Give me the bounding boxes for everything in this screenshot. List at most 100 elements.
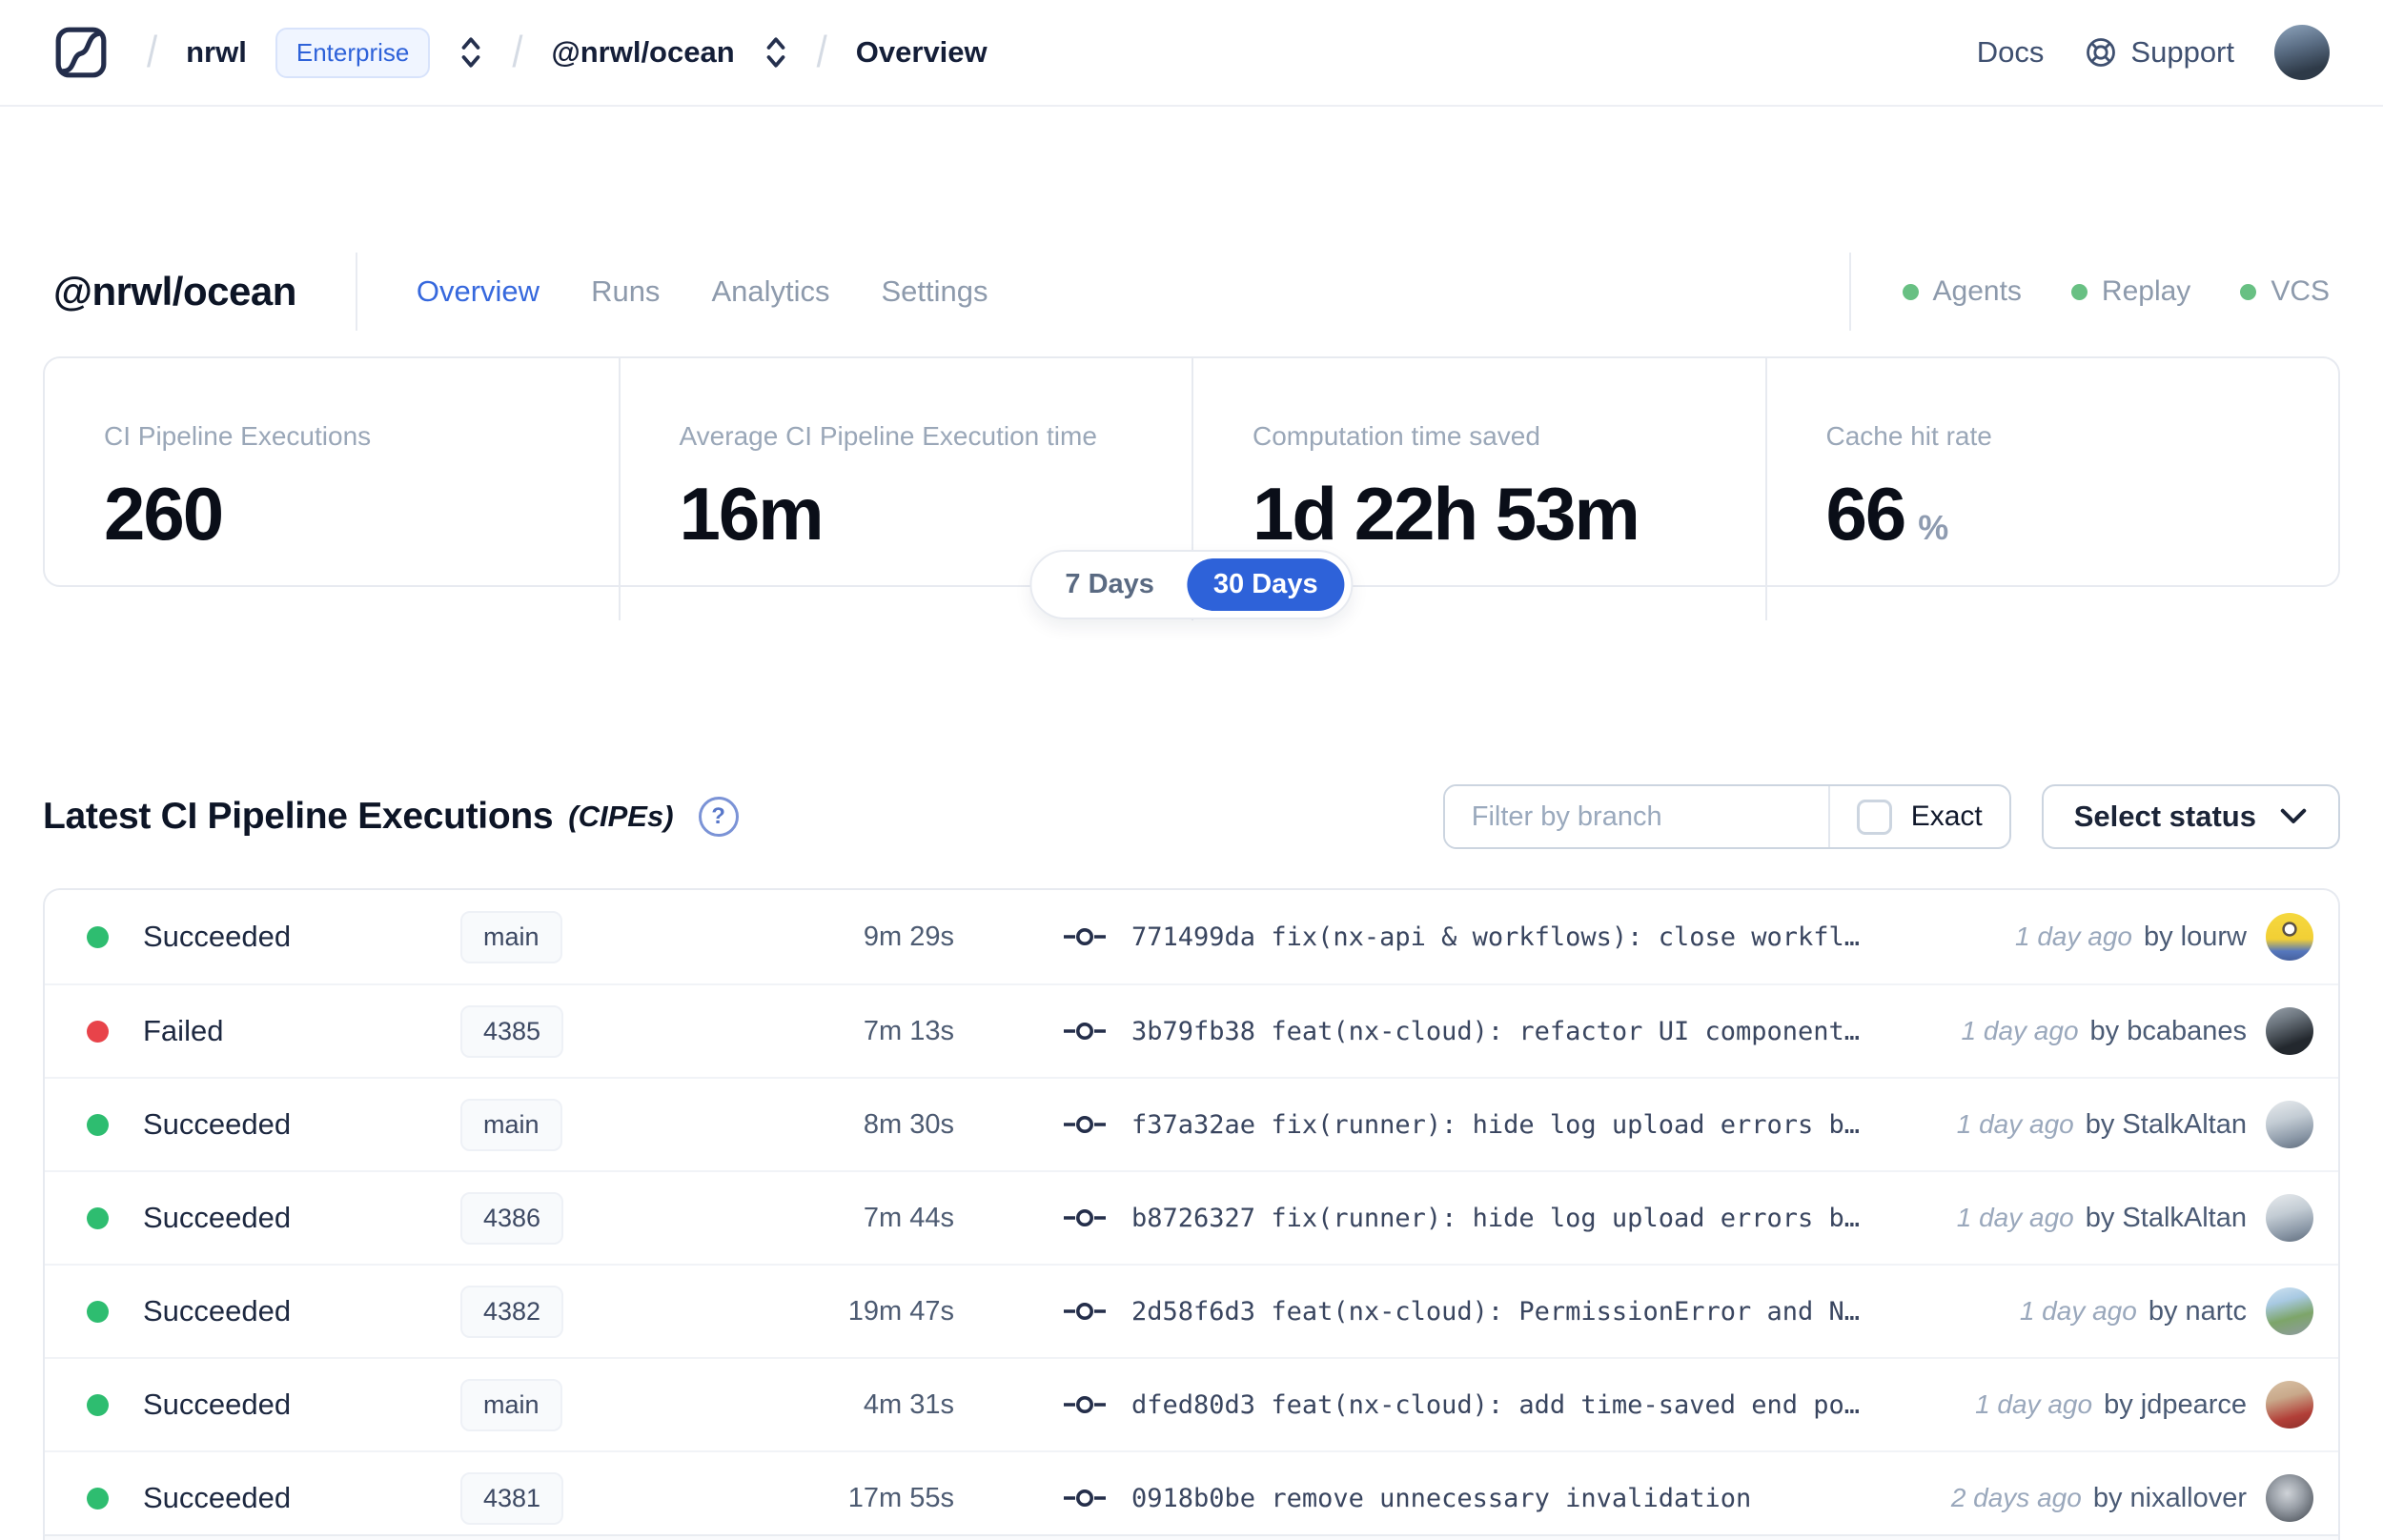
branch-filter-input[interactable] <box>1444 786 1828 847</box>
time-ago: 1 day ago <box>1961 1016 2079 1045</box>
table-row[interactable]: Failed 4385 7m 13s 3b79fb38 feat(nx-clou… <box>45 983 2338 1077</box>
breadcrumb-org[interactable]: nrwl <box>186 35 247 70</box>
commit-message[interactable]: dfed80d3 feat(nx-cloud): add time-saved … <box>1131 1390 1860 1420</box>
chevron-up-down-icon <box>766 37 785 68</box>
git-commit-icon <box>1064 1209 1106 1226</box>
divider <box>1848 253 1851 331</box>
time-ago: 2 days ago <box>1950 1483 2082 1512</box>
table-row[interactable]: Succeeded 4381 17m 55s 0918b0be remove u… <box>45 1450 2338 1534</box>
table-row[interactable]: Succeeded main 4m 31s dfed80d3 feat(nx-c… <box>45 1357 2338 1450</box>
help-icon[interactable]: ? <box>698 797 739 837</box>
author-label: by bcabanes <box>2089 1015 2247 1046</box>
branch-badge[interactable]: main <box>460 1378 562 1431</box>
stat-label: CI Pipeline Executions <box>104 421 372 451</box>
breadcrumb: / nrwl Enterprise / @nrwl/ocean / Overvi… <box>147 27 988 78</box>
user-avatar[interactable] <box>2274 25 2330 80</box>
service-status-replay[interactable]: Replay <box>2070 275 2190 308</box>
service-label: Agents <box>1932 275 2022 307</box>
exact-checkbox[interactable] <box>1856 799 1892 835</box>
tab-analytics[interactable]: Analytics <box>711 274 829 309</box>
duration: 17m 55s <box>847 1482 954 1513</box>
breadcrumb-workspace[interactable]: @nrwl/ocean <box>551 35 734 70</box>
service-status-group: Agents Replay VCS <box>1848 253 2330 331</box>
org-switcher-button[interactable] <box>458 33 483 71</box>
commit-message[interactable]: 0918b0be remove unnecessary invalidation <box>1131 1484 1751 1513</box>
breadcrumb-separator: / <box>512 28 523 76</box>
time-ago: 1 day ago <box>2019 1296 2137 1326</box>
top-navbar: / nrwl Enterprise / @nrwl/ocean / Overvi… <box>0 0 2383 107</box>
service-status-vcs[interactable]: VCS <box>2240 275 2330 308</box>
status-label: Succeeded <box>143 920 292 953</box>
service-label: VCS <box>2271 275 2330 307</box>
support-label: Support <box>2130 35 2234 69</box>
date-range-toggle: 7 Days 30 Days <box>1029 550 1354 619</box>
table-row[interactable]: Succeeded 4382 19m 47s 2d58f6d3 feat(nx-… <box>45 1264 2338 1357</box>
table-row[interactable]: Succeeded main 8m 30s f37a32ae fix(runne… <box>45 1077 2338 1170</box>
status-dot-icon <box>87 1206 109 1229</box>
duration: 7m 13s <box>863 1015 954 1046</box>
tab-settings[interactable]: Settings <box>881 274 988 309</box>
tab-runs[interactable]: Runs <box>591 274 660 309</box>
support-link[interactable]: Support <box>2084 35 2234 70</box>
workspace-switcher-button[interactable] <box>764 33 788 71</box>
status-label: Succeeded <box>143 1107 292 1141</box>
branch-badge[interactable]: 4385 <box>460 1004 564 1058</box>
nx-cloud-logo-icon <box>55 27 107 78</box>
branch-badge[interactable]: 4381 <box>460 1471 564 1525</box>
status-select-button[interactable]: Select status <box>2041 784 2340 849</box>
commit-message[interactable]: 2d58f6d3 feat(nx-cloud): PermissionError… <box>1131 1297 1860 1327</box>
commit-message[interactable]: 3b79fb38 feat(nx-cloud): refactor UI com… <box>1131 1017 1860 1046</box>
status-dot-icon <box>87 1113 109 1136</box>
commit-message[interactable]: f37a32ae fix(runner): hide log upload er… <box>1131 1110 1860 1140</box>
author-avatar <box>2266 1007 2313 1055</box>
branch-badge[interactable]: main <box>460 910 562 963</box>
status-dot-icon <box>87 1300 109 1323</box>
cipes-title-suffix: (CIPEs) <box>568 800 674 833</box>
range-option-30-days[interactable]: 30 Days <box>1186 558 1345 611</box>
author-avatar <box>2266 1381 2313 1429</box>
range-option-7-days[interactable]: 7 Days <box>1038 558 1181 611</box>
stat-value: 260 <box>104 472 224 556</box>
docs-link[interactable]: Docs <box>1977 35 2045 70</box>
status-label: Succeeded <box>143 1201 292 1234</box>
author-avatar <box>2266 913 2313 961</box>
service-status-agents[interactable]: Agents <box>1902 275 2022 308</box>
time-ago: 1 day ago <box>2015 922 2132 951</box>
stat-label: Cache hit rate <box>1825 421 1992 451</box>
stat-value: 16m <box>679 472 825 556</box>
status-label: Succeeded <box>143 1481 292 1514</box>
workspace-header: @nrwl/ocean Overview Runs Analytics Sett… <box>53 253 2330 331</box>
branch-badge[interactable]: 4382 <box>460 1285 564 1338</box>
author-label: by jdpearce <box>2104 1388 2247 1420</box>
author-avatar <box>2266 1474 2313 1522</box>
stats-cards: CI Pipeline Executions 260 Average CI Pi… <box>43 356 2340 620</box>
duration: 9m 29s <box>863 921 954 952</box>
table-row[interactable]: Succeeded main 9m 29s 771499da fix(nx-ap… <box>45 890 2338 983</box>
divider <box>355 253 357 331</box>
enterprise-badge: Enterprise <box>275 27 431 78</box>
table-row[interactable]: Succeeded 4386 7m 44s b8726327 fix(runne… <box>45 1170 2338 1264</box>
author-label: by nartc <box>2148 1295 2247 1327</box>
status-label: Succeeded <box>143 1294 292 1327</box>
status-dot-icon <box>1902 283 1919 300</box>
stat-value: 1d 22h 53m <box>1253 472 1640 556</box>
git-commit-icon <box>1064 1303 1106 1320</box>
branch-filter-group: Exact <box>1442 784 2011 849</box>
git-commit-icon <box>1064 1023 1106 1040</box>
tab-overview[interactable]: Overview <box>417 274 540 309</box>
duration: 8m 30s <box>863 1108 954 1140</box>
status-dot-icon <box>2070 283 2088 300</box>
cipes-section-header: Latest CI Pipeline Executions (CIPEs) ? … <box>43 783 2340 850</box>
branch-badge[interactable]: main <box>460 1098 562 1151</box>
branch-badge[interactable]: 4386 <box>460 1191 564 1245</box>
status-dot-icon <box>87 1020 109 1043</box>
commit-message[interactable]: 771499da fix(nx-api & workflows): close … <box>1131 922 1860 952</box>
exact-label[interactable]: Exact <box>1911 800 1983 833</box>
nx-cloud-logo[interactable] <box>53 25 109 80</box>
commit-message[interactable]: b8726327 fix(runner): hide log upload er… <box>1131 1204 1860 1233</box>
time-ago: 1 day ago <box>1956 1203 2074 1232</box>
lifebuoy-icon <box>2087 38 2116 67</box>
stat-unit: % <box>1918 508 1949 547</box>
time-ago: 1 day ago <box>1975 1389 2093 1419</box>
breadcrumb-page: Overview <box>855 35 988 69</box>
